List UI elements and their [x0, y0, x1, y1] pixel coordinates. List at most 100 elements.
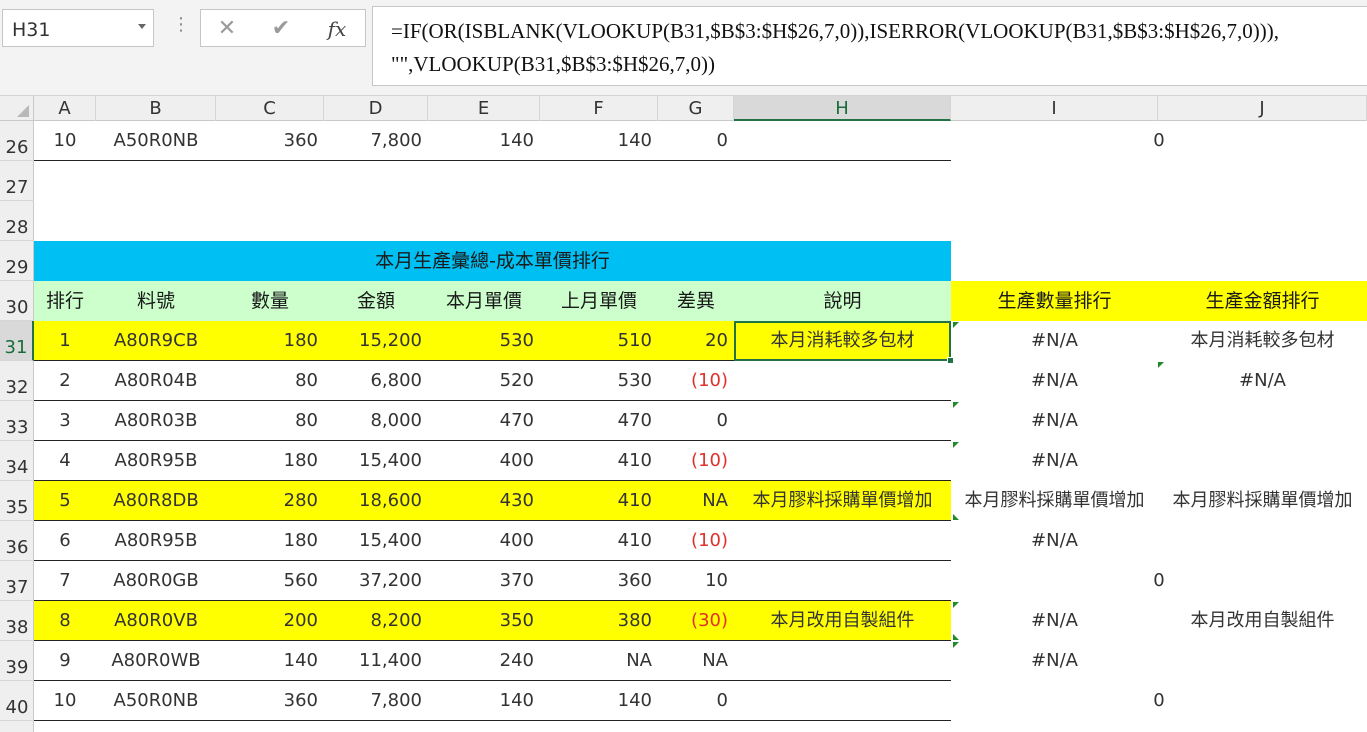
cell-rank-merged[interactable]: 0 — [951, 681, 1367, 721]
cell-diff[interactable]: 0 — [658, 401, 734, 441]
row-header-32[interactable]: 32 — [0, 361, 34, 401]
cell-qty[interactable]: 180 — [216, 441, 324, 481]
cell-current-price[interactable]: 400 — [428, 441, 540, 481]
cell-rank[interactable]: 4 — [34, 441, 96, 481]
cell-qty[interactable]: 80 — [216, 401, 324, 441]
cell-qty[interactable]: 180 — [216, 521, 324, 561]
cell-amount[interactable]: 7,800 — [324, 681, 428, 721]
header-rank[interactable]: 排行 — [34, 281, 96, 321]
cell-amount[interactable]: 8,000 — [324, 401, 428, 441]
cell-current-price[interactable]: 240 — [428, 641, 540, 681]
cell-previous-price[interactable]: 410 — [540, 521, 658, 561]
cell-diff[interactable]: (10) — [658, 441, 734, 481]
cell-diff[interactable]: 10 — [658, 561, 734, 601]
column-header-e[interactable]: E — [428, 96, 540, 121]
cell-previous-price[interactable]: 410 — [540, 481, 658, 521]
header-qty-rank[interactable]: 生產數量排行 — [951, 281, 1158, 321]
cell-amount[interactable]: 6,800 — [324, 361, 428, 401]
cell-qty-rank[interactable]: #N/A — [951, 361, 1158, 401]
cell-previous-price[interactable]: 140 — [540, 681, 658, 721]
header-current-price[interactable]: 本月單價 — [428, 281, 540, 321]
cell-note[interactable] — [734, 441, 951, 481]
cell-amount[interactable]: 18,600 — [324, 481, 428, 521]
row-header-38[interactable]: 38 — [0, 601, 34, 641]
table-title[interactable]: 本月生產彙總-成本單價排行 — [34, 241, 951, 281]
column-header-i[interactable]: I — [951, 96, 1158, 121]
cell-previous-price[interactable]: 470 — [540, 401, 658, 441]
cell-amount[interactable]: 8,200 — [324, 601, 428, 641]
cell-rank[interactable]: 2 — [34, 361, 96, 401]
cell-part[interactable]: A80R0GB — [96, 561, 216, 601]
cell-part[interactable]: A80R0WB — [96, 641, 216, 681]
cell-amount-rank[interactable] — [1158, 641, 1367, 681]
row-header-35[interactable]: 35 — [0, 481, 34, 521]
cell-part[interactable]: A50R0NB — [96, 681, 216, 721]
row-header-40[interactable]: 40 — [0, 681, 34, 721]
row-header-30[interactable]: 30 — [0, 281, 34, 321]
cell-qty-rank[interactable]: #N/A — [951, 641, 1158, 681]
cell-rank[interactable]: 6 — [34, 521, 96, 561]
header-amount[interactable]: 金額 — [324, 281, 428, 321]
column-header-h[interactable]: H — [734, 96, 951, 121]
cell-note[interactable] — [734, 681, 951, 721]
cell-note[interactable]: 本月膠料採購單價增加 — [734, 481, 951, 521]
cell-c26[interactable]: 360 — [216, 121, 324, 161]
more-vertical-icon[interactable]: ⋮ — [172, 16, 190, 34]
cell-part[interactable]: A80R95B — [96, 441, 216, 481]
formula-input[interactable]: =IF(OR(ISBLANK(VLOOKUP(B31,$B$3:$H$26,7,… — [372, 6, 1367, 86]
cell-qty-rank[interactable]: 本月膠料採購單價增加 — [951, 481, 1158, 521]
row-header-26[interactable]: 26 — [0, 121, 34, 161]
row-header-36[interactable]: 36 — [0, 521, 34, 561]
cell-diff[interactable]: NA — [658, 641, 734, 681]
chevron-down-icon[interactable] — [138, 24, 146, 29]
cell-amount-rank[interactable] — [1158, 401, 1367, 441]
cell-part[interactable]: A80R95B — [96, 521, 216, 561]
cell-a26[interactable]: 10 — [34, 121, 96, 161]
cell-diff[interactable]: NA — [658, 481, 734, 521]
cell-current-price[interactable]: 520 — [428, 361, 540, 401]
cell-part[interactable]: A80R0VB — [96, 601, 216, 641]
row-header-33[interactable]: 33 — [0, 401, 34, 441]
cell-ij26[interactable]: 0 — [951, 121, 1367, 161]
header-amount-rank[interactable]: 生產金額排行 — [1158, 281, 1367, 321]
column-header-j[interactable]: J — [1158, 96, 1367, 121]
cell-qty-rank[interactable]: #N/A — [951, 521, 1158, 561]
cell-qty-rank[interactable]: #N/A — [951, 401, 1158, 441]
cell-diff[interactable]: (30) — [658, 601, 734, 641]
cell-amount-rank[interactable] — [1158, 521, 1367, 561]
cell-current-price[interactable]: 470 — [428, 401, 540, 441]
cell-b26[interactable]: A50R0NB — [96, 121, 216, 161]
cell-qty[interactable]: 80 — [216, 361, 324, 401]
cell-amount[interactable]: 15,400 — [324, 441, 428, 481]
name-box[interactable]: H31 — [2, 9, 154, 47]
insert-function-icon[interactable]: fx — [319, 14, 355, 44]
header-diff[interactable]: 差異 — [658, 281, 734, 321]
cell-current-price[interactable]: 140 — [428, 681, 540, 721]
cell-note[interactable]: 本月改用自製組件 — [734, 601, 951, 641]
cell-previous-price[interactable]: 380 — [540, 601, 658, 641]
cell-rank[interactable]: 9 — [34, 641, 96, 681]
row-header-39[interactable]: 39 — [0, 641, 34, 681]
cell-previous-price[interactable]: 510 — [540, 321, 658, 361]
cell-amount-rank[interactable]: #N/A — [1158, 361, 1367, 401]
cell-f26[interactable]: 140 — [540, 121, 658, 161]
column-header-d[interactable]: D — [324, 96, 428, 121]
cell-note[interactable] — [734, 641, 951, 681]
cell-current-price[interactable]: 430 — [428, 481, 540, 521]
error-indicator-icon[interactable] — [953, 642, 959, 648]
cell-amount-rank[interactable] — [1158, 441, 1367, 481]
row-header-34[interactable]: 34 — [0, 441, 34, 481]
cell-qty-rank[interactable]: #N/A — [951, 601, 1158, 641]
header-part[interactable]: 料號 — [96, 281, 216, 321]
cell-part[interactable]: A80R03B — [96, 401, 216, 441]
cell-diff[interactable]: (10) — [658, 361, 734, 401]
cell-rank-merged[interactable]: 0 — [951, 561, 1367, 601]
cell-qty[interactable]: 140 — [216, 641, 324, 681]
error-indicator-icon[interactable] — [953, 514, 959, 520]
cell-qty[interactable]: 560 — [216, 561, 324, 601]
cell-qty[interactable]: 200 — [216, 601, 324, 641]
row-header-37[interactable]: 37 — [0, 561, 34, 601]
cell-rank[interactable]: 5 — [34, 481, 96, 521]
column-header-g[interactable]: G — [658, 96, 734, 121]
header-previous-price[interactable]: 上月單價 — [540, 281, 658, 321]
